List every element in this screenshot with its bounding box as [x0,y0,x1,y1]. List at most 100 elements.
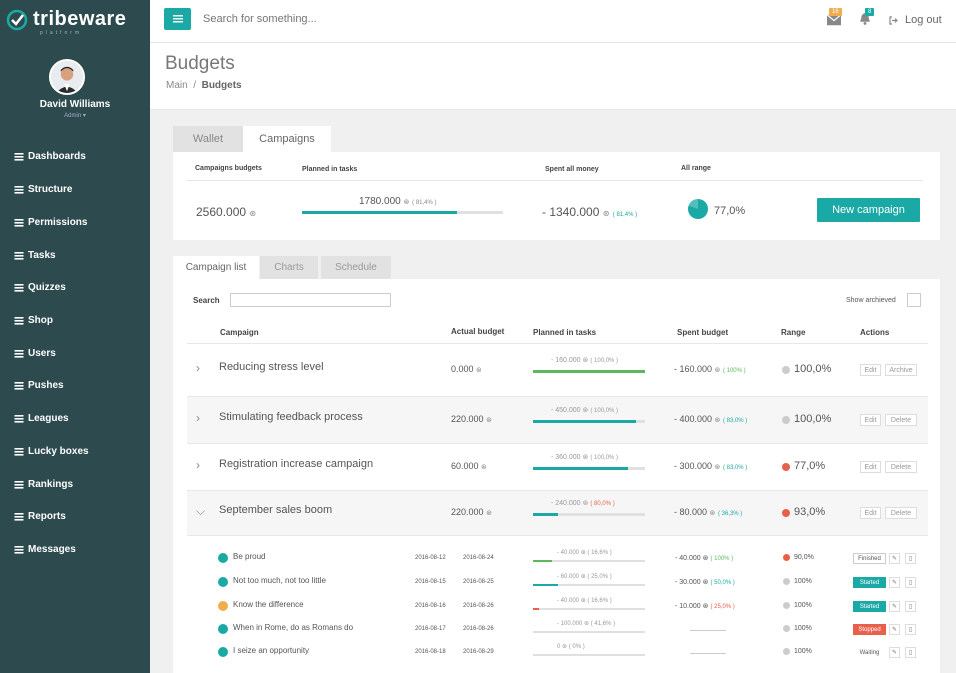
col-spent[interactable]: Spent budget [677,328,728,337]
sidebar-item-label: Leagues [28,412,69,424]
chevron-right-icon[interactable]: › [196,411,200,425]
planned-progress-fill [533,420,637,423]
task-name[interactable]: I seize an opportunity [233,646,309,655]
question-icon [14,283,24,292]
chevron-down-icon[interactable]: ⌵ [196,504,205,519]
planned-progress-bar [533,513,645,516]
archive-button[interactable]: Archive [885,364,917,376]
sidebar-item-shop[interactable]: Shop [14,312,53,328]
menu-toggle-button[interactable] [164,8,191,30]
trash-icon[interactable]: ▯ [905,601,916,612]
range-value: 93,0% [794,506,826,518]
sidebar-item-quizzes[interactable]: Quizzes [14,279,66,295]
structure-icon [14,185,24,194]
task-range: 90,0% [794,554,814,561]
planned-label: Planned in tasks [302,166,358,173]
campaign-search-input[interactable] [230,293,391,307]
sidebar-item-lucky-boxes[interactable]: Lucky boxes [14,443,89,459]
avatar[interactable] [49,59,85,95]
task-range-pie-icon [783,554,790,561]
task-progress-bar [533,584,645,586]
task-name[interactable]: Not too much, not too little [233,576,326,585]
trash-icon[interactable]: ▯ [905,647,916,658]
task-spent-empty [690,653,726,654]
task-end-date: 2016-08-26 [463,626,494,632]
global-search-input[interactable] [203,13,503,25]
user-role-dropdown[interactable]: Admin ▾ [0,112,150,119]
task-range-pie-icon [783,648,790,655]
task-name[interactable]: Be proud [233,552,265,561]
planned-amount: - 160.000 ⊛ ( 100,0% ) [551,357,619,364]
sidebar-item-structure[interactable]: Structure [14,181,72,197]
show-archived-checkbox[interactable] [907,293,921,307]
sidebar-item-reports[interactable]: Reports [14,508,66,524]
campaign-name[interactable]: Stimulating feedback process [219,411,363,423]
trash-icon[interactable]: ▯ [905,624,916,635]
brand-logo[interactable]: tribeware platform [6,8,146,36]
col-planned[interactable]: Planned in tasks [533,328,596,337]
sidebar-item-messages[interactable]: Messages [14,541,76,557]
sidebar: tribeware platform David Williams Admin … [0,0,150,673]
task-planned: - 100.000 ⊛ ( 41,6% ) [557,621,616,627]
delete-button[interactable]: Delete [885,414,917,426]
edit-button[interactable]: Edit [860,461,881,473]
brand-sub: platform [40,30,83,36]
sidebar-item-leagues[interactable]: Leagues [14,410,69,426]
dashboard-icon [14,152,24,161]
task-range: 100% [794,578,812,585]
edit-icon[interactable]: ✎ [889,577,900,588]
edit-icon[interactable]: ✎ [889,624,900,635]
spent-amount: - 80.000 ⊛ ( 36,3% ) [674,507,743,517]
trash-icon[interactable]: ▯ [905,553,916,564]
trash-icon[interactable]: ▯ [905,577,916,588]
edit-icon[interactable]: ✎ [889,553,900,564]
campaign-name[interactable]: Reducing stress level [219,361,324,373]
task-progress-bar [533,560,645,562]
campaign-name[interactable]: Registration increase campaign [219,458,373,470]
task-planned: 0 ⊛ ( 0% ) [557,644,585,650]
campaign-name[interactable]: September sales boom [219,504,332,516]
col-range[interactable]: Range [781,328,805,337]
task-status-badge: Waiting [853,647,886,658]
tab-charts[interactable]: Charts [260,256,318,279]
logout-button[interactable]: Log out [889,14,942,26]
range-pie-icon [782,463,790,471]
col-actions: Actions [860,328,890,337]
new-campaign-button[interactable]: New campaign [817,198,920,222]
sidebar-item-label: Dashboards [28,150,86,162]
spent-label: Spent all money [545,166,599,173]
edit-button[interactable]: Edit [860,414,881,426]
task-range: 100% [794,602,812,609]
sidebar-item-pushes[interactable]: Pushes [14,377,64,393]
task-name[interactable]: Know the difference [233,600,304,609]
actual-budget: 0.000 ⊛ [451,364,482,374]
col-actual-budget[interactable]: Actual budget [451,327,504,336]
tab-wallet[interactable]: Wallet [173,126,243,152]
task-range-pie-icon [783,625,790,632]
edit-icon[interactable]: ✎ [889,647,900,658]
tab-schedule[interactable]: Schedule [321,256,391,279]
sidebar-item-dashboards[interactable]: Dashboards [14,148,86,164]
sidebar-item-label: Users [28,347,56,359]
sidebar-item-tasks[interactable]: Tasks [14,247,56,263]
edit-button[interactable]: Edit [860,507,881,519]
edit-button[interactable]: Edit [860,364,881,376]
delete-button[interactable]: Delete [885,461,917,473]
edit-icon[interactable]: ✎ [889,601,900,612]
tab-campaign-list[interactable]: Campaign list [173,256,259,279]
chevron-right-icon[interactable]: › [196,361,200,375]
planned-amount: - 450.000 ⊛ ( 100,0% ) [551,407,619,414]
task-name[interactable]: When in Rome, do as Romans do [233,623,353,632]
sidebar-item-label: Rankings [28,478,74,490]
task-start-date: 2016-08-12 [415,555,446,561]
sidebar-item-users[interactable]: Users [14,345,56,361]
col-campaign[interactable]: Campaign [220,328,259,337]
breadcrumb-main[interactable]: Main [166,80,188,91]
sidebar-item-rankings[interactable]: Rankings [14,476,73,492]
delete-button[interactable]: Delete [885,507,917,519]
breadcrumb-current: Budgets [201,80,242,91]
task-end-date: 2016-08-29 [463,649,494,655]
sidebar-item-permissions[interactable]: Permissions [14,214,87,230]
tab-campaigns[interactable]: Campaigns [243,126,331,152]
chevron-right-icon[interactable]: › [196,458,200,472]
